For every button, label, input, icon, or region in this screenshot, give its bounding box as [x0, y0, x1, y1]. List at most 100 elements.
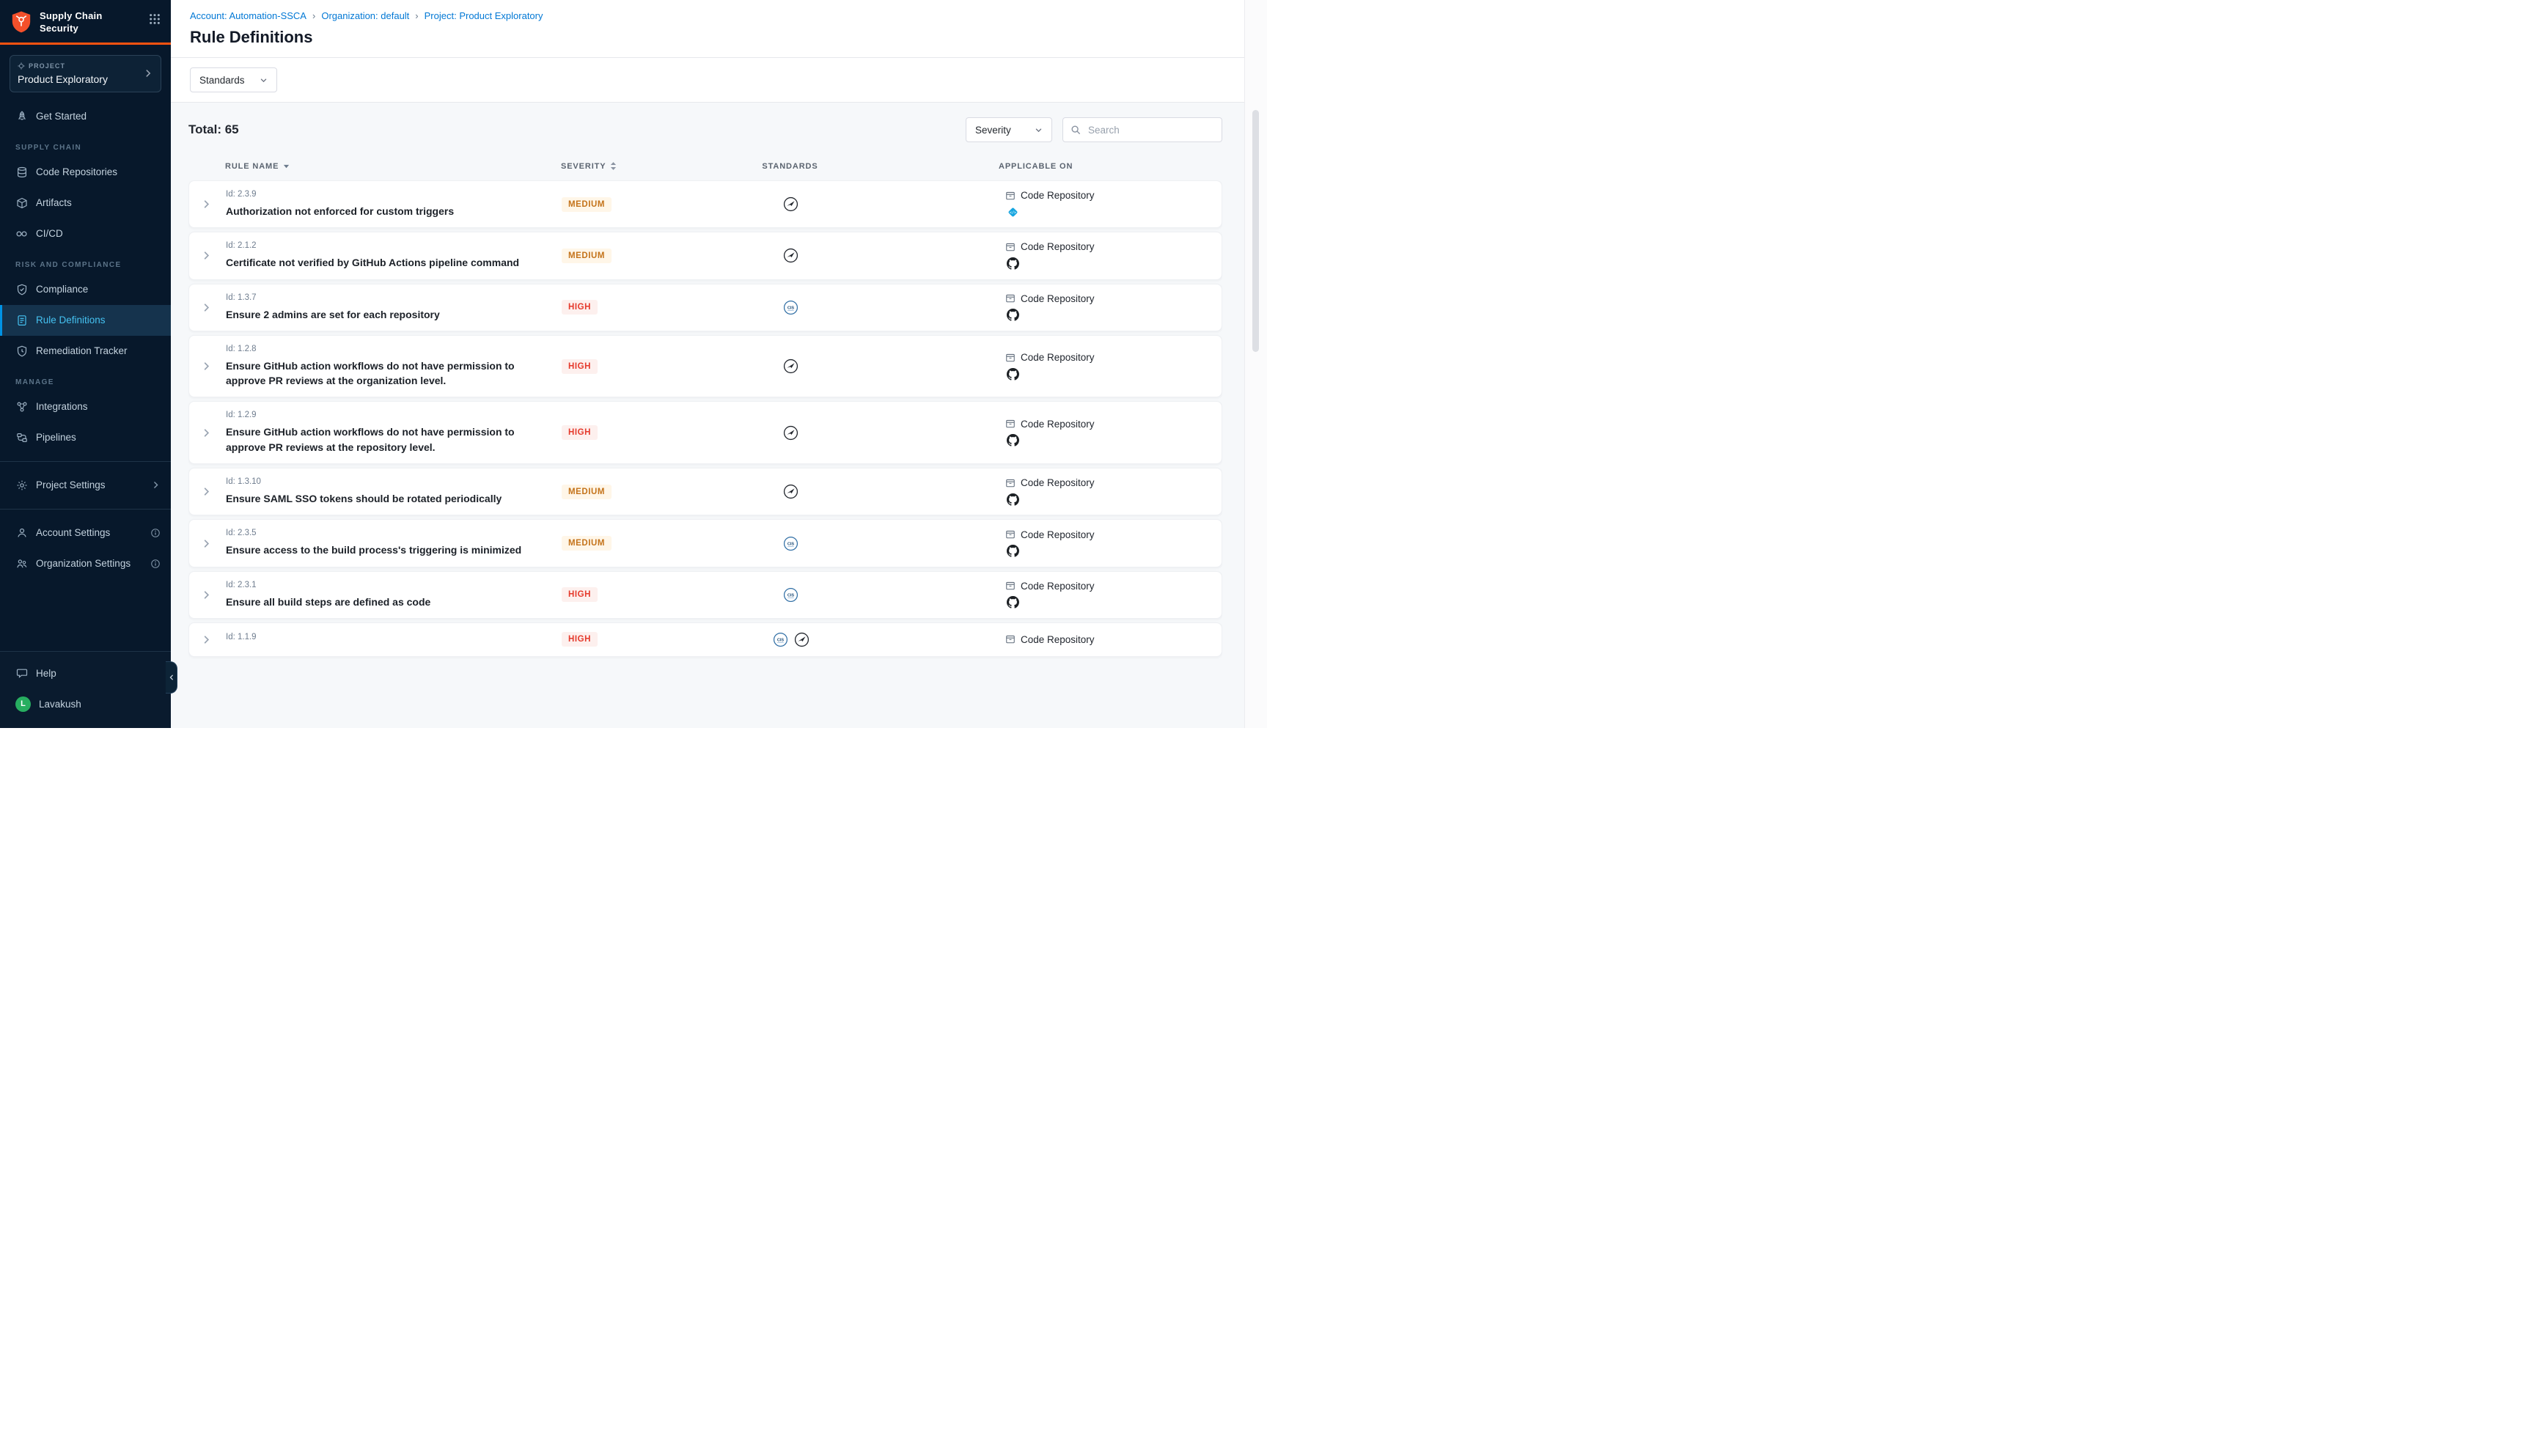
project-label: PROJECT — [29, 62, 65, 70]
breadcrumb-organization-link[interactable]: Organization: default — [321, 10, 409, 21]
sidebar-item-integrations[interactable]: Integrations — [0, 391, 171, 422]
github-icon — [1007, 596, 1019, 608]
nav-group-label-supply-chain: SUPPLY CHAIN — [0, 132, 171, 157]
severity-badge: HIGH — [562, 359, 598, 374]
table-row[interactable]: Id: 1.3.7 Ensure 2 admins are set for ea… — [188, 284, 1222, 331]
code-repository-icon — [1005, 634, 1016, 644]
github-icon — [1007, 545, 1019, 557]
chevron-down-icon — [1035, 126, 1043, 134]
info-icon[interactable] — [150, 559, 161, 569]
row-expand-chevron-icon[interactable] — [201, 486, 212, 497]
project-selector[interactable]: PROJECT Product Exploratory — [10, 55, 161, 92]
nav-group-label-risk-compliance: RISK AND COMPLIANCE — [0, 249, 171, 274]
rule-id: Id: 1.2.9 — [226, 411, 553, 419]
sidebar-item-compliance[interactable]: Compliance — [0, 274, 171, 305]
cube-icon — [15, 197, 28, 209]
cis-standard-icon: CIS — [773, 632, 788, 647]
organization-icon — [15, 558, 28, 570]
table-row[interactable]: Id: 1.1.9 HIGH CIS Code Repository — [188, 622, 1222, 657]
sort-desc-icon[interactable] — [283, 163, 290, 169]
severity-badge: HIGH — [562, 300, 598, 315]
openssf-standard-icon — [783, 248, 798, 263]
column-header-standards: STANDARDS — [669, 162, 999, 171]
table-row[interactable]: Id: 1.2.9 Ensure GitHub action workflows… — [188, 401, 1222, 464]
apps-grid-icon[interactable] — [149, 13, 161, 25]
row-expand-chevron-icon[interactable] — [201, 361, 212, 372]
column-header-applicable-on: APPLICABLE ON — [999, 162, 1211, 171]
code-repository-icon — [1005, 242, 1016, 252]
row-expand-chevron-icon[interactable] — [201, 250, 212, 261]
row-expand-chevron-icon[interactable] — [201, 538, 212, 549]
sidebar-user-row[interactable]: L Lavakush — [0, 688, 171, 719]
sidebar-bottom-block: Help L Lavakush — [0, 651, 171, 728]
row-expand-chevron-icon[interactable] — [201, 302, 212, 313]
code-repository-icon — [1005, 529, 1016, 540]
breadcrumb: Account: Automation-SSCA › Organization:… — [190, 10, 1248, 21]
sidebar-item-label: Pipelines — [36, 432, 76, 443]
rule-title: Certificate not verified by GitHub Actio… — [226, 255, 541, 270]
search-input[interactable] — [1087, 124, 1214, 136]
severity-badge: MEDIUM — [562, 485, 612, 499]
sidebar-item-code-repositories[interactable]: Code Repositories — [0, 157, 171, 188]
infinity-icon — [15, 228, 28, 240]
sidebar-item-label: Compliance — [36, 284, 88, 295]
help-chat-icon — [15, 667, 28, 679]
sidebar-item-label: Organization Settings — [36, 558, 131, 569]
table-row[interactable]: Id: 2.3.5 Ensure access to the build pro… — [188, 519, 1222, 567]
breadcrumb-separator: › — [312, 10, 315, 21]
cis-standard-icon: CIS — [783, 587, 798, 603]
sidebar-collapse-handle[interactable] — [166, 661, 177, 694]
sidebar-item-remediation-tracker[interactable]: Remediation Tracker — [0, 336, 171, 367]
breadcrumb-account-link[interactable]: Account: Automation-SSCA — [190, 10, 306, 21]
github-icon — [1007, 493, 1019, 506]
rule-id: Id: 1.2.8 — [226, 345, 553, 353]
shield-check-icon — [15, 284, 28, 295]
column-header-severity[interactable]: SEVERITY — [552, 161, 669, 171]
user-name: Lavakush — [39, 699, 81, 710]
sidebar-item-help[interactable]: Help — [0, 658, 171, 688]
project-name: Product Exploratory — [18, 73, 143, 85]
table-row[interactable]: Id: 2.3.1 Ensure all build steps are def… — [188, 571, 1222, 619]
row-expand-chevron-icon[interactable] — [201, 199, 212, 210]
applicable-on-label: Code Repository — [1021, 634, 1095, 645]
sidebar-item-label: Rule Definitions — [36, 315, 106, 326]
rule-title: Authorization not enforced for custom tr… — [226, 204, 541, 218]
page-scrollbar[interactable] — [1244, 0, 1267, 728]
main-content: Account: Automation-SSCA › Organization:… — [171, 0, 1267, 728]
table-row[interactable]: Id: 2.1.2 Certificate not verified by Gi… — [188, 232, 1222, 279]
chevron-down-icon — [260, 76, 268, 84]
table-row[interactable]: Id: 1.2.8 Ensure GitHub action workflows… — [188, 335, 1222, 398]
cis-standard-icon: CIS — [783, 536, 798, 551]
severity-filter-label: Severity — [975, 125, 1011, 136]
scrollbar-thumb[interactable] — [1252, 110, 1259, 352]
sidebar-item-pipelines[interactable]: Pipelines — [0, 422, 171, 453]
column-header-rule-name[interactable]: RULE NAME — [216, 162, 552, 171]
page-header: Account: Automation-SSCA › Organization:… — [171, 0, 1267, 58]
sidebar-item-rule-definitions[interactable]: Rule Definitions — [0, 305, 171, 336]
github-icon — [1007, 257, 1019, 270]
sidebar-item-label: Remediation Tracker — [36, 345, 128, 356]
sort-both-icon[interactable] — [610, 161, 617, 171]
severity-filter-dropdown[interactable]: Severity — [966, 117, 1052, 142]
code-repository-icon — [1005, 478, 1016, 488]
row-expand-chevron-icon[interactable] — [201, 427, 212, 438]
severity-badge: MEDIUM — [562, 536, 612, 551]
sidebar-item-organization-settings[interactable]: Organization Settings — [0, 548, 171, 579]
openssf-standard-icon — [783, 359, 798, 374]
info-icon[interactable] — [150, 528, 161, 538]
sidebar-nav: Get Started SUPPLY CHAIN Code Repositori… — [0, 97, 171, 728]
breadcrumb-project-link[interactable]: Project: Product Exploratory — [425, 10, 543, 21]
sidebar-item-project-settings[interactable]: Project Settings — [0, 470, 171, 501]
sidebar-item-get-started[interactable]: Get Started — [0, 101, 171, 132]
sidebar-item-cicd[interactable]: CI/CD — [0, 218, 171, 249]
sidebar-item-artifacts[interactable]: Artifacts — [0, 188, 171, 218]
sidebar-item-label: Project Settings — [36, 479, 106, 490]
table-row[interactable]: Id: 1.3.10 Ensure SAML SSO tokens should… — [188, 468, 1222, 515]
shield-clock-icon — [15, 345, 28, 357]
sidebar-item-account-settings[interactable]: Account Settings — [0, 518, 171, 548]
row-expand-chevron-icon[interactable] — [201, 634, 212, 645]
divider — [0, 509, 171, 510]
row-expand-chevron-icon[interactable] — [201, 589, 212, 600]
standards-filter-dropdown[interactable]: Standards — [190, 67, 277, 92]
table-row[interactable]: Id: 2.3.9 Authorization not enforced for… — [188, 180, 1222, 228]
